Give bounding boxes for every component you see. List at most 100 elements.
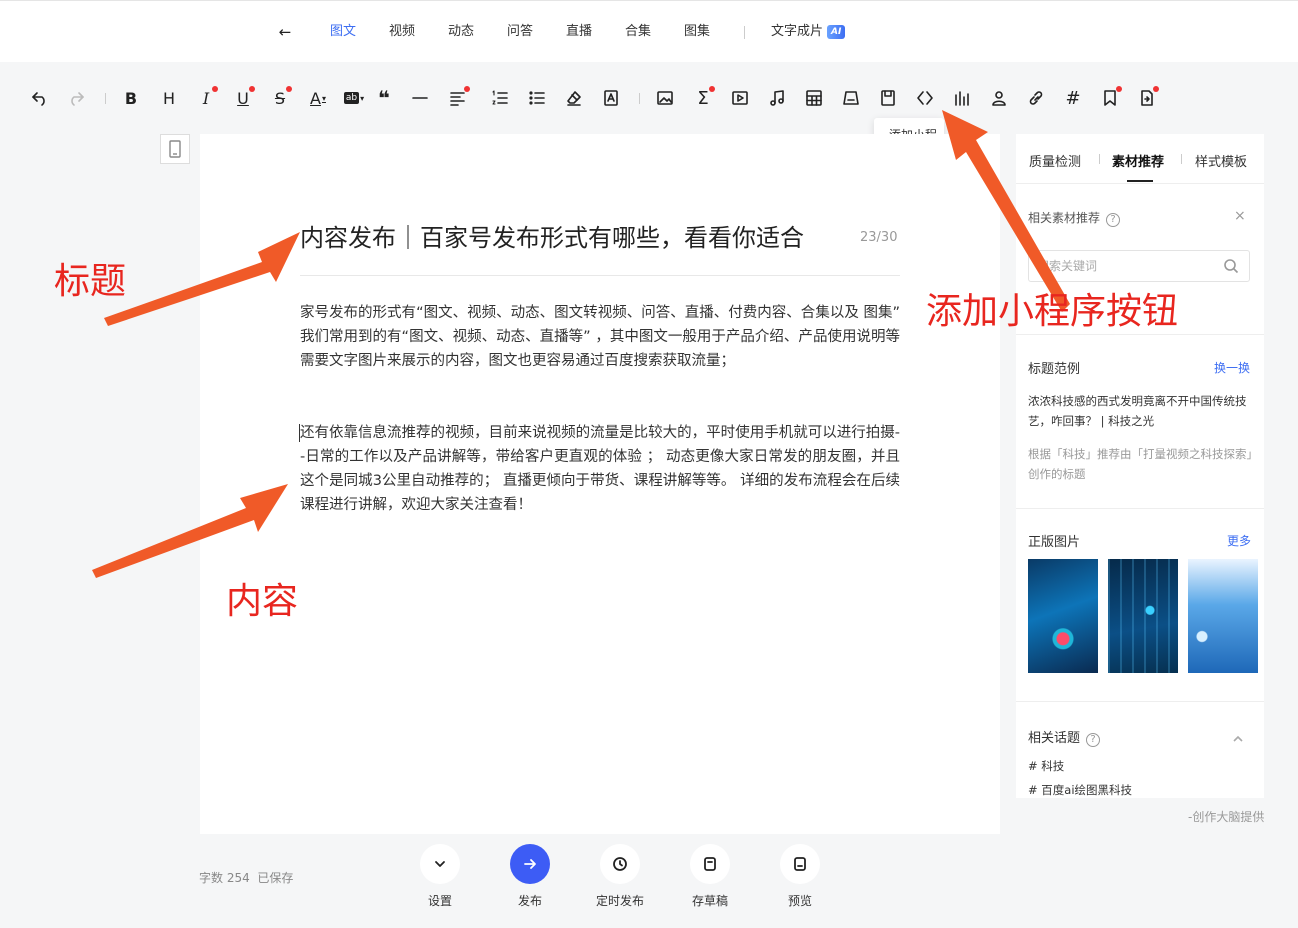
stock-images-heading: 正版图片 — [1028, 535, 1081, 550]
tab-qa[interactable]: 问答 — [507, 23, 533, 41]
topic-item[interactable]: # 科技 — [1028, 758, 1064, 774]
video-icon[interactable] — [728, 86, 752, 110]
save-draft-label: 存草稿 — [691, 894, 728, 908]
related-topics-title: 相关话题 — [1028, 731, 1081, 746]
preview-button[interactable] — [780, 844, 820, 884]
refresh-link[interactable]: 换一换 — [1214, 359, 1250, 376]
save-draft-button[interactable] — [690, 844, 730, 884]
strikethrough-icon[interactable]: S — [268, 86, 292, 110]
title-example[interactable]: 浓浓科技感的西式发明竟离不开中国传统技艺，咋回事？ | 科技之光 — [1028, 391, 1254, 431]
align-icon[interactable] — [446, 86, 470, 110]
template-icon[interactable] — [839, 86, 863, 110]
tab-collection[interactable]: 合集 — [625, 23, 651, 41]
title-divider — [300, 275, 900, 276]
toolbar-divider — [639, 93, 640, 104]
title-char-count: 23/30 — [860, 230, 898, 245]
back-arrow-icon[interactable]: ← — [276, 23, 294, 41]
section-divider — [1016, 334, 1264, 335]
text-cursor — [299, 424, 300, 442]
ordered-list-icon[interactable] — [488, 86, 512, 110]
panel-tab-divider — [1099, 154, 1100, 164]
user-card-icon[interactable] — [987, 86, 1011, 110]
stock-image-1[interactable] — [1028, 559, 1098, 673]
section-divider — [1016, 701, 1264, 702]
heading-icon[interactable]: H — [157, 86, 181, 110]
highlight-icon[interactable]: ab ▾ — [342, 86, 366, 110]
schedule-publish-button[interactable] — [600, 844, 640, 884]
arrow-right-icon — [524, 859, 536, 869]
tab-gallery[interactable]: 图集 — [684, 23, 710, 41]
schedule-publish-label: 定时发布 — [595, 894, 644, 908]
chevron-up-icon[interactable] — [1232, 730, 1244, 742]
paragraph-1[interactable]: 家号发布的形式有“图文、视频、动态、图文转视频、问答、直播、付费内容、合集以及 … — [300, 301, 900, 373]
format-painter-icon[interactable] — [599, 86, 623, 110]
help-icon[interactable]: ? — [1086, 733, 1101, 747]
italic-icon[interactable]: I — [194, 86, 218, 110]
bookmark-icon[interactable] — [1098, 86, 1122, 110]
editor-canvas[interactable]: 内容发布｜百家号发布形式有哪些，看看你适合 23/30 家号发布的形式有“图文、… — [200, 134, 1000, 834]
phone-icon — [169, 140, 181, 158]
related-topics-heading: 相关话题? — [1028, 727, 1101, 747]
topic-item[interactable]: # 百度ai绘图黑科技 — [1028, 782, 1132, 798]
tab-live[interactable]: 直播 — [566, 23, 592, 41]
hashtag-icon[interactable]: # — [1061, 86, 1085, 110]
card-icon[interactable] — [876, 86, 900, 110]
settings-button[interactable] — [420, 844, 460, 884]
stock-image-3[interactable] — [1188, 559, 1258, 673]
content-annotation: 内容 — [226, 581, 299, 622]
mobile-preview-button[interactable] — [160, 134, 190, 164]
preview-label: 预览 — [787, 894, 812, 908]
panel-tab-divider — [1181, 154, 1182, 164]
preview-icon — [794, 857, 806, 871]
import-doc-icon[interactable] — [1135, 86, 1159, 110]
panel-tabs: 质量检测 素材推荐 样式模板 — [1016, 134, 1264, 184]
toolbar-divider — [105, 93, 106, 104]
tab-material-recommend[interactable]: 素材推荐 — [1112, 151, 1164, 170]
tab-image-text[interactable]: 图文 — [330, 23, 356, 41]
chart-icon[interactable] — [950, 86, 974, 110]
tab-quality-check[interactable]: 质量检测 — [1029, 151, 1081, 170]
more-images-link[interactable]: 更多 — [1227, 532, 1251, 549]
font-color-icon[interactable]: A ▾ — [306, 86, 330, 110]
quote-icon[interactable]: ❝ — [372, 86, 396, 110]
eraser-icon[interactable] — [562, 86, 586, 110]
publish-button[interactable] — [510, 844, 550, 884]
chevron-down-icon — [435, 861, 445, 867]
related-material-heading: 相关素材推荐? — [1028, 209, 1121, 227]
text-to-video-label: 文字成片 — [771, 24, 824, 39]
article-title[interactable]: 内容发布｜百家号发布形式有哪些，看看你适合 — [300, 222, 804, 254]
music-icon[interactable] — [765, 86, 789, 110]
formula-icon[interactable]: Σ — [691, 86, 715, 110]
title-annotation: 标题 — [54, 261, 127, 302]
tab-dynamic[interactable]: 动态 — [448, 23, 474, 41]
horizontal-rule-icon[interactable] — [408, 86, 432, 110]
stock-image-2[interactable] — [1108, 559, 1178, 673]
word-count: 字数 254 — [199, 871, 250, 885]
link-icon[interactable] — [1024, 86, 1048, 110]
close-icon[interactable]: × — [1234, 208, 1246, 224]
paragraph-2[interactable]: 还有依靠信息流推荐的视频，目前来说视频的流量是比较大的，平时使用手机就可以进行拍… — [300, 421, 900, 517]
unordered-list-icon[interactable] — [525, 86, 549, 110]
underline-icon[interactable]: U — [231, 86, 255, 110]
search-icon[interactable] — [1223, 258, 1239, 274]
nav-divider — [744, 26, 745, 39]
settings-label: 设置 — [427, 894, 452, 908]
publish-label: 发布 — [517, 894, 542, 908]
redo-icon[interactable] — [64, 86, 88, 110]
active-tab-underline — [1127, 180, 1153, 182]
word-count-status: 字数 254 已保存 — [199, 869, 293, 886]
tab-style-template[interactable]: 样式模板 — [1195, 151, 1247, 170]
bold-icon[interactable]: B — [119, 86, 143, 110]
tab-text-to-video[interactable]: 文字成片 AI — [771, 23, 846, 41]
material-search-input[interactable] — [1029, 251, 1209, 281]
help-icon[interactable]: ? — [1106, 213, 1121, 227]
tab-video[interactable]: 视频 — [389, 23, 415, 41]
table-icon[interactable] — [802, 86, 826, 110]
image-icon[interactable] — [653, 86, 677, 110]
mini-program-icon[interactable] — [913, 86, 937, 110]
ai-badge: AI — [827, 25, 846, 39]
undo-icon[interactable] — [28, 86, 52, 110]
title-examples-heading: 标题范例 — [1028, 362, 1081, 377]
editor-toolbar: B H I U S A ▾ ab ▾ ❝ Σ # — [0, 62, 1298, 132]
save-status: 已保存 — [257, 871, 294, 885]
